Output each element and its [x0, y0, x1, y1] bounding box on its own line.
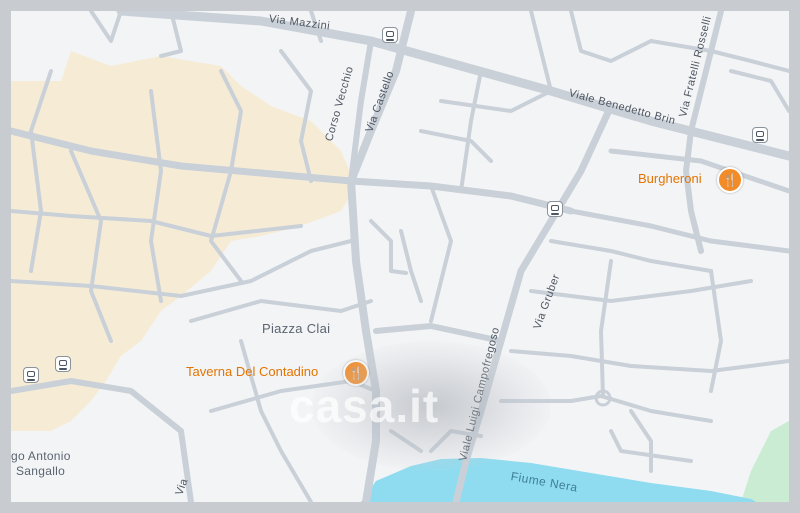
bus-stop-icon[interactable]	[23, 367, 39, 383]
bus-stop-icon[interactable]	[547, 201, 563, 217]
map-canvas[interactable]: Via Mazzini Corso Vecchio Via Castello V…	[11, 11, 789, 502]
park-area	[741, 421, 789, 502]
poi-label-burgheroni[interactable]: Burgheroni	[638, 171, 702, 186]
bus-stop-icon[interactable]	[55, 356, 71, 372]
square-label-largo-sangallo-line2: Sangallo	[16, 464, 66, 478]
map-frame: Via Mazzini Corso Vecchio Via Castello V…	[0, 0, 800, 513]
restaurant-icon[interactable]: 🍴	[717, 167, 743, 193]
watermark-logo: casa.it	[289, 380, 440, 432]
poi-label-taverna-del-contadino[interactable]: Taverna Del Contadino	[186, 364, 318, 379]
bus-stop-icon[interactable]	[382, 27, 398, 43]
square-label-piazza-clai: Piazza Clai	[262, 321, 331, 336]
road-right-grid	[568, 208, 789, 254]
square-label-largo-sangallo-line1: go Antonio	[11, 449, 71, 463]
road-lower-link	[373, 323, 504, 344]
bus-stop-icon[interactable]	[752, 127, 768, 143]
